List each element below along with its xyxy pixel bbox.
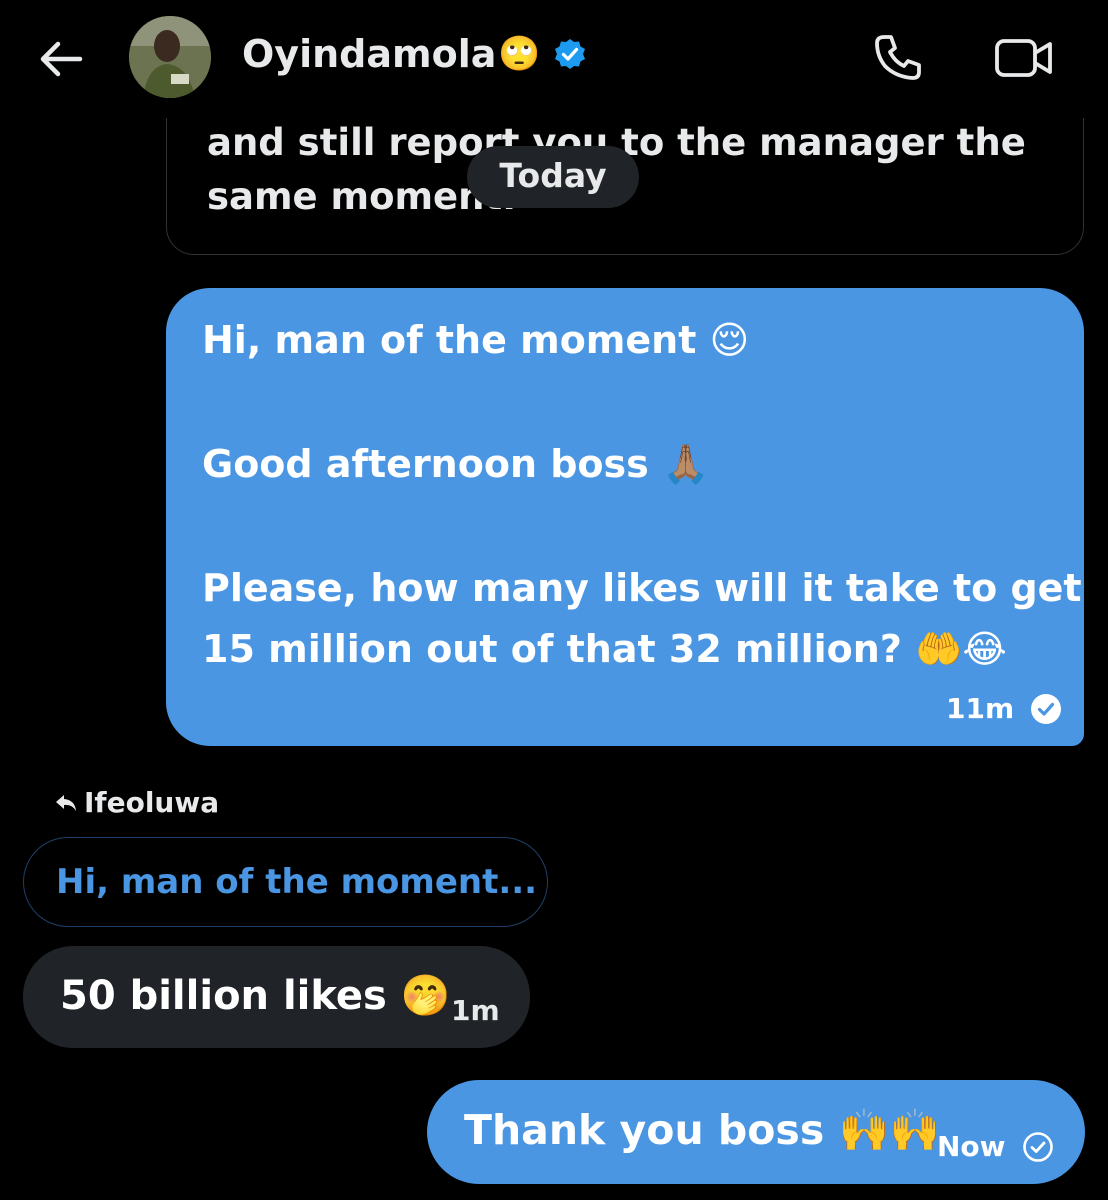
reply-arrow-icon <box>56 794 76 811</box>
verified-badge-icon <box>554 39 585 69</box>
message-timestamp: Now <box>937 1130 1006 1163</box>
video-call-icon[interactable] <box>994 36 1054 80</box>
sent-message-line-3: Please, how many likes will it take to g… <box>202 566 1082 610</box>
read-check-icon <box>1031 693 1062 724</box>
avatar-image <box>129 16 211 98</box>
sent-message-line-1: Hi, man of the moment 😌 <box>202 318 750 362</box>
quoted-message-text: Hi, man of the moment... <box>56 862 538 902</box>
sent-message-bubble[interactable]: Thank you boss 🙌🙌 Now <box>427 1080 1085 1184</box>
previous-message-line-1: and still report you to the manager the <box>207 121 1026 164</box>
received-message-bubble[interactable]: 50 billion likes 🤭 1m <box>23 946 530 1048</box>
sent-message-meta: 11m <box>946 692 1062 725</box>
message-timestamp: 1m <box>451 994 500 1027</box>
reply-to-name: Ifeoluwa <box>84 786 220 819</box>
quoted-message[interactable]: Hi, man of the moment... <box>23 837 548 927</box>
contact-name-text: Oyindamola <box>242 32 497 76</box>
reply-to-label: Ifeoluwa <box>54 786 219 819</box>
received-message-text: 50 billion likes 🤭 <box>60 973 451 1019</box>
back-arrow-icon[interactable] <box>36 34 86 84</box>
sent-message-line-2: Good afternoon boss 🙏🏽 <box>202 442 710 486</box>
contact-name-emoji: 🙄 <box>498 34 541 74</box>
contact-name[interactable]: Oyindamola 🙄 <box>242 32 587 76</box>
sent-message-text: Thank you boss 🙌🙌 <box>464 1106 941 1154</box>
sent-check-icon <box>1022 1131 1053 1162</box>
sent-message-line-4: 15 million out of that 32 million? 🤲😂 <box>202 627 1007 671</box>
message-timestamp: 11m <box>946 692 1015 725</box>
avatar[interactable] <box>129 16 211 98</box>
date-divider: Today <box>467 146 639 208</box>
conversation-header: Oyindamola 🙄 <box>0 0 1108 118</box>
sent-message-meta: Now <box>937 1130 1054 1163</box>
phone-call-icon[interactable] <box>872 32 924 84</box>
